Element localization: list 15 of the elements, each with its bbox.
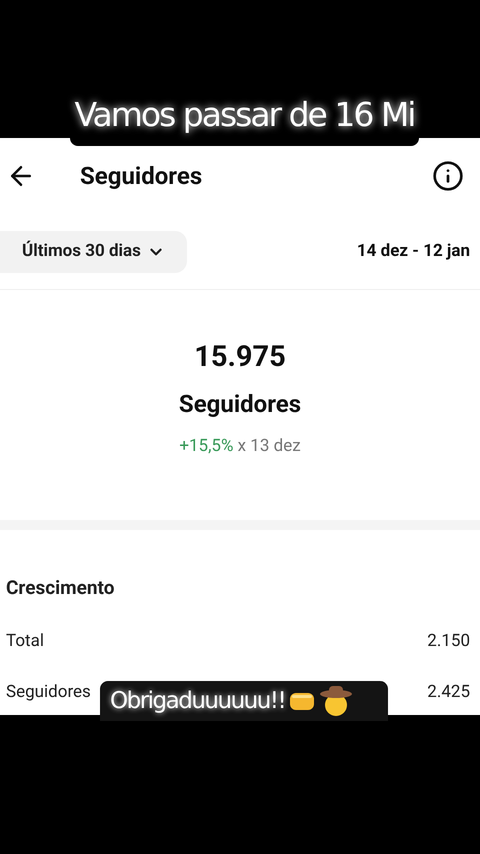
change-text: +15,5% x 13 dez (179, 434, 301, 458)
metric-value: 2.150 (427, 630, 470, 652)
section-title: Crescimento (6, 575, 116, 601)
cowboy-hat-icon (319, 685, 354, 717)
info-icon[interactable] (432, 160, 464, 192)
metric-label: Seguidores (6, 681, 91, 704)
metric-label: Total (6, 630, 44, 652)
follower-label: Seguidores (178, 388, 302, 420)
caption-text: Vamos passar de 16 Mi (74, 94, 414, 136)
caption-text: Obrigaduuuuuu!! (110, 686, 286, 716)
metric-value: 2.425 (427, 681, 470, 704)
page-title: Seguidores (80, 161, 202, 192)
date-range: 14 dez - 12 jan (356, 240, 470, 263)
period-dropdown[interactable]: Últimos 30 dias (0, 230, 187, 272)
follower-count: 15.975 (194, 339, 286, 376)
